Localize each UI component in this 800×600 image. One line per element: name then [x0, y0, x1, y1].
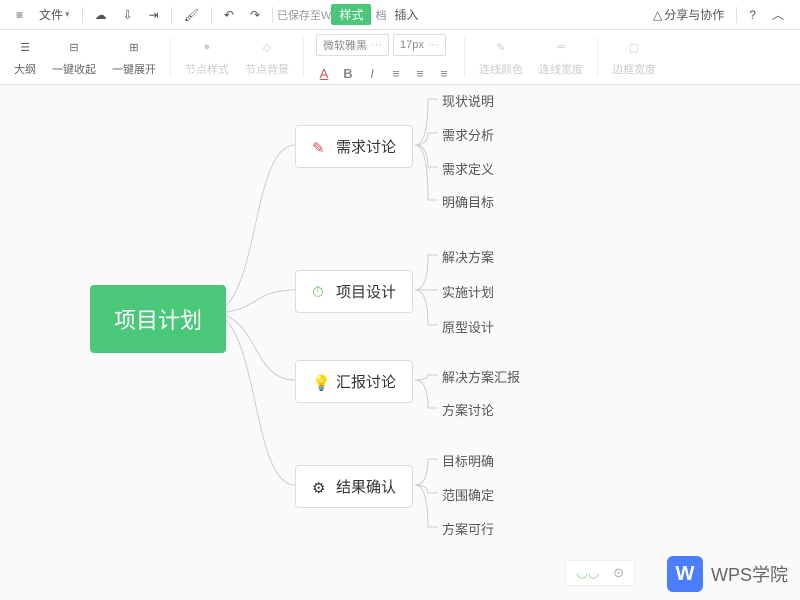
node-style-icon: ● [197, 37, 217, 57]
leaf-node[interactable]: 实施计划 [442, 282, 494, 301]
leaf-node[interactable]: 需求分析 [442, 125, 494, 144]
align-center-button[interactable]: ≡ [412, 66, 428, 81]
collapse-ribbon-icon[interactable]: ︿ [764, 0, 792, 29]
wps-logo-icon: W [667, 556, 703, 592]
undo-icon[interactable]: ↶ [216, 0, 242, 29]
root-label: 项目计划 [114, 308, 202, 333]
line-width-button[interactable]: ═ 连线宽度 [531, 30, 591, 84]
menu-hamburger-icon[interactable]: ≡ [8, 0, 31, 29]
border-width-icon: ▢ [624, 37, 644, 57]
download-icon[interactable]: ⇩ [115, 0, 141, 29]
collapse-all-button[interactable]: ⊟ 一键收起 [44, 30, 104, 84]
separator [211, 7, 212, 23]
leaf-node[interactable]: 范围确定 [442, 485, 494, 504]
separator [171, 7, 172, 23]
redo-icon[interactable]: ↷ [242, 0, 268, 29]
expand-all-button[interactable]: ⊞ 一键展开 [104, 30, 164, 84]
separator [464, 37, 465, 77]
line-width-label: 连线宽度 [539, 61, 583, 77]
node-bg-icon: ◇ [257, 37, 277, 57]
border-width-button[interactable]: ▢ 边框宽度 [604, 30, 664, 84]
font-name-value: 微软雅黑 [323, 37, 367, 53]
insert-tab[interactable]: 插入 [386, 0, 426, 29]
leaf-node[interactable]: 需求定义 [442, 159, 494, 178]
eye-icon[interactable]: ◡◡ [576, 565, 599, 581]
target-icon[interactable]: ⊙ [613, 565, 624, 581]
line-width-icon: ═ [551, 37, 571, 57]
format-painter-icon[interactable]: 🖌 [176, 0, 207, 29]
watermark-text: WPS学院 [711, 561, 788, 587]
expand-label: 一键展开 [112, 61, 156, 77]
font-family-select[interactable]: 微软雅黑 ⋯ [316, 34, 389, 56]
separator [303, 37, 304, 77]
export-icon[interactable]: ⇥ [141, 0, 167, 29]
mindmap-canvas[interactable]: 项目计划 ✎ 需求讨论 ⏱ 项目设计 💡 汇报讨论 ⚙ 结果确认 现状说明 需求分析 需… [0, 85, 800, 600]
branch-node-2[interactable]: ⏱ 项目设计 [295, 270, 413, 313]
node-style-button[interactable]: ● 节点样式 [177, 30, 237, 84]
separator [170, 37, 171, 77]
share-label: 分享与协作 [664, 6, 724, 23]
gear-icon: ⚙ [312, 479, 328, 495]
separator [272, 7, 273, 23]
branch-node-3[interactable]: 💡 汇报讨论 [295, 360, 413, 403]
timer-icon: ⏱ [312, 284, 328, 300]
font-size-value: 17px [400, 39, 424, 51]
share-button[interactable]: △ 分享与协作 [645, 0, 732, 29]
outline-button[interactable]: ☰ 大纲 [6, 30, 44, 84]
bold-button[interactable]: B [340, 66, 356, 81]
root-node[interactable]: 项目计划 [90, 285, 226, 353]
chevron-down-icon: ▾ [65, 9, 70, 20]
line-color-button[interactable]: ✎ 连线颜色 [471, 30, 531, 84]
ribbon-toolbar: ☰ 大纲 ⊟ 一键收起 ⊞ 一键展开 ● 节点样式 ◇ 节点背景 微软雅黑 ⋯ 17px … [0, 30, 800, 85]
separator [736, 7, 737, 23]
expand-icon: ⊞ [124, 37, 144, 57]
file-menu[interactable]: 文件 ▾ [31, 0, 78, 29]
main-toolbar: ≡ 文件 ▾ ☁ ⇩ ⇥ 🖌 ↶ ↷ 已保存至W 样式 档 插入 △ 分享与协作… [0, 0, 800, 30]
branch-node-4[interactable]: ⚙ 结果确认 [295, 465, 413, 508]
align-right-button[interactable]: ≡ [436, 66, 452, 81]
style-tab[interactable]: 样式 [331, 4, 371, 25]
collapse-icon: ⊟ [64, 37, 84, 57]
outline-label: 大纲 [14, 61, 36, 77]
font-size-select[interactable]: 17px ⋯ [393, 34, 446, 56]
leaf-node[interactable]: 明确目标 [442, 192, 494, 211]
branch-label: 结果确认 [336, 476, 396, 497]
leaf-node[interactable]: 方案可行 [442, 519, 494, 538]
help-icon[interactable]: ? [741, 0, 764, 29]
branch-label: 汇报讨论 [336, 371, 396, 392]
mini-toolbar: ◡◡ ⊙ [565, 560, 635, 586]
leaf-node[interactable]: 目标明确 [442, 451, 494, 470]
line-color-icon: ✎ [491, 37, 511, 57]
font-color-button[interactable]: A [316, 66, 332, 81]
pencil-icon: ✎ [312, 139, 328, 155]
watermark: W WPS学院 [667, 556, 788, 592]
save-status: 已保存至W [277, 7, 331, 23]
line-color-label: 连线颜色 [479, 61, 523, 77]
branch-node-1[interactable]: ✎ 需求讨论 [295, 125, 413, 168]
file-label: 文件 [39, 6, 63, 23]
branch-label: 项目设计 [336, 281, 396, 302]
leaf-node[interactable]: 现状说明 [442, 91, 494, 110]
leaf-node[interactable]: 原型设计 [442, 317, 494, 336]
collapse-label: 一键收起 [52, 61, 96, 77]
separator [597, 37, 598, 77]
italic-button[interactable]: I [364, 66, 380, 81]
separator [82, 7, 83, 23]
cloud-save-icon[interactable]: ☁ [87, 0, 115, 29]
border-width-label: 边框宽度 [612, 61, 656, 77]
leaf-node[interactable]: 解决方案汇报 [442, 367, 520, 386]
bulb-icon: 💡 [312, 374, 328, 390]
leaf-node[interactable]: 方案讨论 [442, 400, 494, 419]
node-style-label: 节点样式 [185, 61, 229, 77]
align-left-button[interactable]: ≡ [388, 66, 404, 81]
node-bg-label: 节点背景 [245, 61, 289, 77]
branch-label: 需求讨论 [336, 136, 396, 157]
node-bg-button[interactable]: ◇ 节点背景 [237, 30, 297, 84]
outline-icon: ☰ [15, 37, 35, 57]
leaf-node[interactable]: 解决方案 [442, 247, 494, 266]
